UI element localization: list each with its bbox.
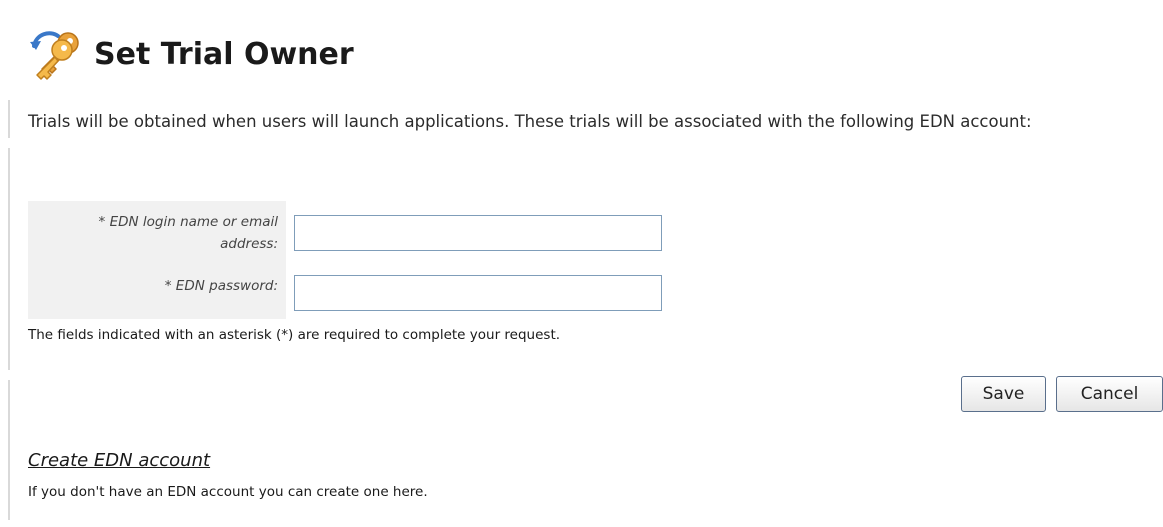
left-divider-top — [8, 100, 10, 138]
left-divider-middle — [8, 148, 10, 370]
cancel-button[interactable]: Cancel — [1056, 376, 1163, 412]
form-labels-panel: * EDN login name or email address: * EDN… — [28, 201, 286, 319]
password-field-label: * EDN password: — [164, 278, 278, 294]
left-divider-bottom — [8, 380, 10, 520]
save-button[interactable]: Save — [961, 376, 1046, 412]
login-field-label: * EDN login name or email address: — [98, 214, 278, 252]
login-input[interactable] — [294, 215, 662, 251]
page-header: Set Trial Owner — [28, 26, 354, 82]
create-account-hint: If you don't have an EDN account you can… — [28, 484, 428, 500]
required-fields-note: The fields indicated with an asterisk (*… — [28, 327, 561, 343]
password-input[interactable] — [294, 275, 662, 311]
intro-text: Trials will be obtained when users will … — [28, 112, 1032, 131]
keys-icon — [28, 26, 84, 82]
page-title: Set Trial Owner — [94, 36, 354, 72]
create-edn-account-link[interactable]: Create EDN account — [28, 450, 210, 471]
